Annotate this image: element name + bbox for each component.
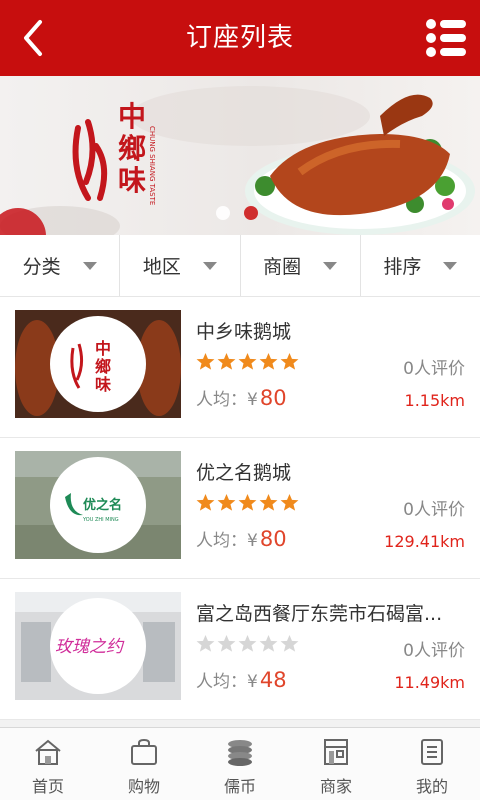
star-filled-icon	[196, 493, 215, 511]
svg-text:优之名: 优之名	[83, 497, 122, 513]
distance: 129.41km	[384, 532, 465, 551]
tab-home[interactable]: 首页	[0, 728, 96, 800]
star-filled-icon	[238, 352, 257, 370]
svg-text:味: 味	[118, 164, 146, 197]
shopping-bag-icon	[131, 738, 157, 765]
star-filled-icon	[280, 493, 299, 511]
svg-text:CHUNG SHIANG TASTE: CHUNG SHIANG TASTE	[148, 126, 156, 205]
caret-down-icon	[323, 261, 338, 270]
review-count: 0人评价	[403, 359, 465, 379]
restaurant-name: 富之岛西餐厅东莞市石碣富...	[196, 603, 443, 625]
svg-text:鄉: 鄉	[118, 132, 146, 165]
tab-profile[interactable]: 我的	[384, 728, 480, 800]
currency-symbol: ¥	[247, 531, 258, 551]
tab-label: 商家	[319, 777, 352, 796]
svg-text:YOU ZHI MING: YOU ZHI MING	[82, 517, 119, 523]
star-filled-icon	[217, 352, 236, 370]
filter-bar: 分类 地区 商圈 排序	[0, 235, 480, 297]
promo-banner[interactable]: 中 鄉 味 CHUNG SHIANG TASTE	[0, 76, 480, 235]
caret-down-icon	[82, 261, 97, 270]
tab-label: 购物	[127, 777, 160, 796]
star-empty-icon	[217, 634, 236, 652]
restaurant-thumbnail: 优之名 YOU ZHI MING	[15, 451, 181, 559]
tab-merchants[interactable]: 商家	[288, 728, 384, 800]
star-empty-icon	[196, 634, 215, 652]
restaurant-list: 中 鄉 味 中乡味鹅城 0人评价 人均：¥80 1.15km 优之名 YOU Z…	[0, 297, 480, 720]
review-count: 0人评价	[403, 641, 465, 661]
star-filled-icon	[259, 352, 278, 370]
banner-logo-text: 中	[118, 100, 146, 133]
store-icon	[324, 739, 348, 765]
star-filled-icon	[196, 352, 215, 370]
avg-label: 人均：	[196, 531, 247, 551]
price-value: 80	[259, 527, 287, 551]
banner-pager	[216, 206, 258, 220]
filter-category[interactable]: 分类	[0, 235, 121, 296]
currency-symbol: ¥	[247, 390, 258, 410]
filter-business-district[interactable]: 商圈	[241, 235, 361, 296]
filter-label: 分类	[22, 256, 61, 278]
tab-coins[interactable]: 儒币	[192, 728, 288, 800]
pager-dot[interactable]	[216, 206, 230, 220]
tab-label: 我的	[415, 777, 448, 796]
star-rating	[196, 352, 299, 371]
restaurant-thumbnail: 中 鄉 味	[15, 310, 181, 418]
star-empty-icon	[238, 634, 257, 652]
bottom-tab-bar: 首页 购物 儒币 商家 我的	[0, 727, 480, 800]
average-price: 人均：¥80	[196, 385, 287, 410]
tab-label: 儒币	[223, 777, 256, 796]
avg-label: 人均：	[196, 390, 247, 410]
list-menu-icon[interactable]	[424, 16, 468, 60]
svg-text:中: 中	[95, 339, 111, 358]
restaurant-name: 中乡味鹅城	[196, 321, 292, 343]
distance: 11.49km	[394, 673, 465, 692]
average-price: 人均：¥48	[196, 667, 287, 692]
caret-down-icon	[443, 261, 458, 270]
review-count: 0人评价	[403, 500, 465, 520]
star-rating	[196, 634, 299, 653]
caret-down-icon	[202, 261, 217, 270]
star-empty-icon	[259, 634, 278, 652]
price-value: 48	[259, 668, 287, 692]
filter-label: 地区	[142, 256, 181, 278]
filter-sort[interactable]: 排序	[361, 235, 480, 296]
list-item[interactable]: 玫瑰之约 富之岛西餐厅东莞市石碣富... 0人评价 人均：¥48 11.49km	[0, 579, 480, 720]
filter-region[interactable]: 地区	[120, 235, 241, 296]
filter-label: 排序	[383, 256, 422, 278]
page-title: 订座列表	[185, 23, 294, 53]
star-filled-icon	[217, 493, 236, 511]
star-empty-icon	[280, 634, 299, 652]
svg-text:味: 味	[95, 375, 111, 394]
list-item[interactable]: 优之名 YOU ZHI MING 优之名鹅城 0人评价 人均：¥80 129.4…	[0, 438, 480, 579]
coins-icon	[228, 740, 252, 766]
star-filled-icon	[238, 493, 257, 511]
header-bar: 订座列表	[0, 0, 480, 76]
restaurant-name: 优之名鹅城	[196, 462, 292, 484]
restaurant-thumbnail: 玫瑰之约	[15, 592, 181, 700]
average-price: 人均：¥80	[196, 526, 287, 551]
tab-shopping[interactable]: 购物	[96, 728, 192, 800]
star-filled-icon	[259, 493, 278, 511]
filter-label: 商圈	[263, 256, 302, 278]
home-icon	[35, 739, 61, 765]
currency-symbol: ¥	[247, 672, 258, 692]
price-value: 80	[259, 386, 287, 410]
star-rating	[196, 493, 299, 512]
tab-label: 首页	[31, 777, 64, 796]
pager-dot-active[interactable]	[244, 206, 258, 220]
list-item[interactable]: 中 鄉 味 中乡味鹅城 0人评价 人均：¥80 1.15km	[0, 297, 480, 438]
distance: 1.15km	[404, 391, 465, 410]
star-filled-icon	[280, 352, 299, 370]
svg-text:玫瑰之约: 玫瑰之约	[55, 637, 125, 657]
svg-text:鄉: 鄉	[95, 357, 111, 376]
avg-label: 人均：	[196, 672, 247, 692]
profile-icon	[421, 739, 443, 765]
